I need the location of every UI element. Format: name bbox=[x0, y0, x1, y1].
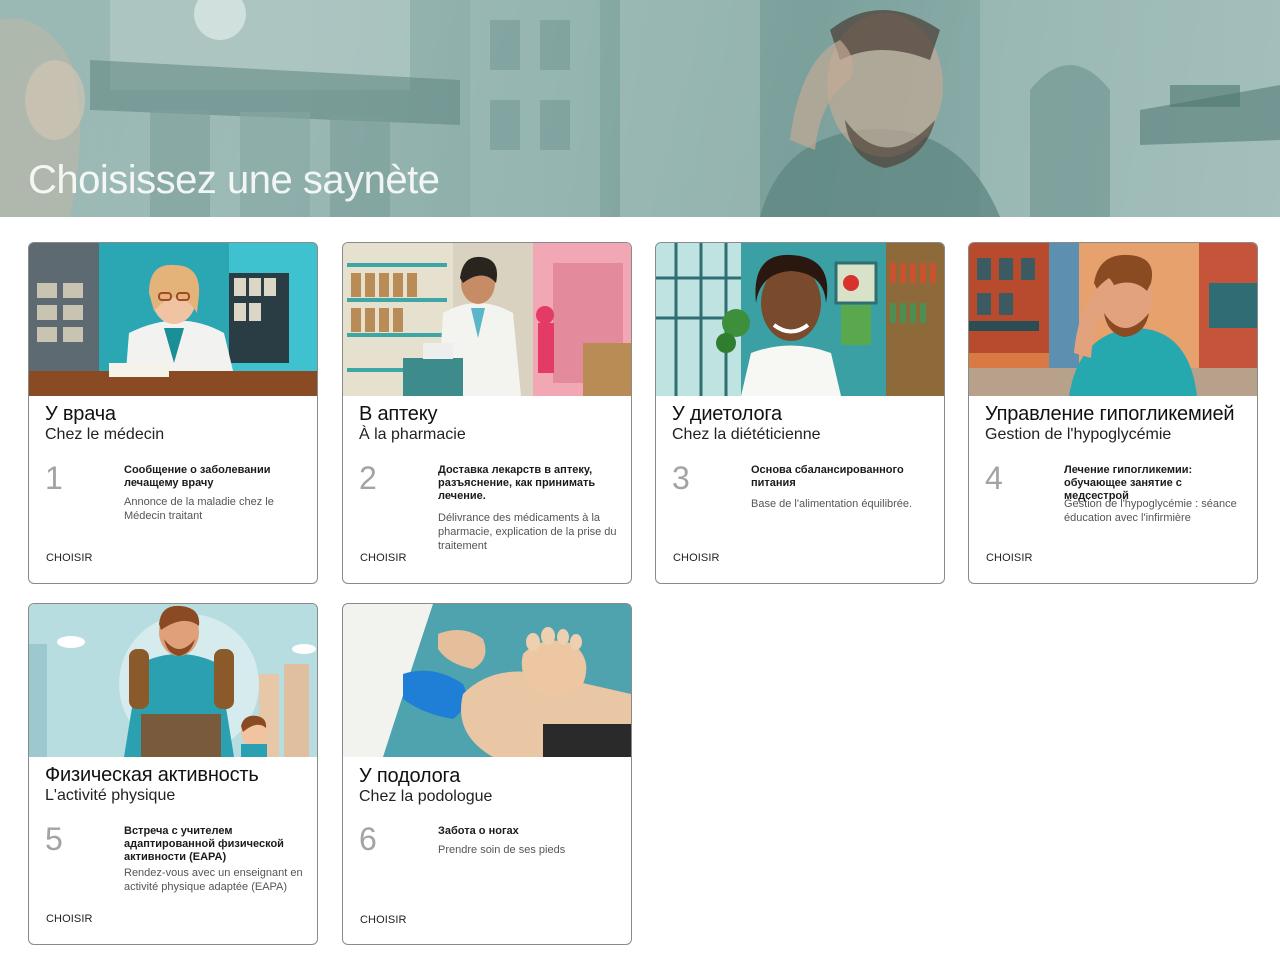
card-number: 4 bbox=[985, 460, 1003, 496]
scene-card-physical-activity[interactable]: Физическая активность L'activité physiqu… bbox=[28, 603, 318, 945]
card-subtitle: Chez la diététicienne bbox=[672, 426, 821, 443]
card-description-ru: Забота о ногах bbox=[438, 825, 519, 837]
doctor-illustration-icon bbox=[29, 243, 317, 396]
card-description-ru: Встреча с учителем адаптированной физиче… bbox=[124, 825, 284, 863]
card-subtitle: L'activité physique bbox=[45, 787, 176, 804]
card-number: 6 bbox=[359, 821, 377, 857]
scene-card-pharmacy[interactable]: В аптеку À la pharmacie 2 Доставка лекар… bbox=[342, 242, 632, 584]
hiker-illustration-icon bbox=[29, 604, 317, 757]
card-description-fr: Délivrance des médicaments à la pharmaci… bbox=[438, 512, 617, 552]
card-number: 3 bbox=[672, 460, 690, 496]
pharmacist-illustration-icon bbox=[343, 243, 631, 396]
scene-card-doctor[interactable]: У врача Chez le médecin 1 Сообщение о за… bbox=[28, 242, 318, 584]
card-description-fr: Prendre soin de ses pieds bbox=[438, 844, 566, 856]
card-description-fr: Rendez-vous avec un enseignant en activi… bbox=[124, 867, 303, 893]
card-description-ru: Доставка лекарств в аптеку, разъяснение,… bbox=[438, 464, 596, 502]
choose-button[interactable]: CHOISIR bbox=[360, 552, 407, 564]
card-description-ru: Основа сбалансированного питания bbox=[751, 464, 904, 489]
card-description-fr: Gestion de l'hypoglycémie : séance éduca… bbox=[1064, 498, 1237, 524]
scene-card-podiatrist[interactable]: У подолога Chez la podologue 6 Забота о … bbox=[342, 603, 632, 945]
choose-button[interactable]: CHOISIR bbox=[46, 552, 93, 564]
card-subtitle: Chez la podologue bbox=[359, 788, 493, 805]
card-description-fr: Base de l'alimentation équilibrée. bbox=[751, 498, 913, 510]
foot-care-illustration-icon bbox=[343, 604, 631, 757]
card-number: 2 bbox=[359, 460, 377, 496]
card-subtitle: À la pharmacie bbox=[359, 426, 466, 443]
dizzy-man-illustration-icon bbox=[969, 243, 1257, 396]
card-title: У подолога bbox=[359, 765, 461, 787]
card-subtitle: Chez le médecin bbox=[45, 426, 165, 443]
choose-button[interactable]: CHOISIR bbox=[986, 552, 1033, 564]
scene-card-hypoglycemia[interactable]: Управление гипогликемией Gestion de l'hy… bbox=[968, 242, 1258, 584]
card-title: У врача bbox=[45, 403, 116, 425]
card-subtitle: Gestion de l'hypoglycémie bbox=[985, 426, 1172, 443]
card-description-ru: Сообщение о заболевании лечащему врачу bbox=[124, 464, 271, 489]
card-number: 1 bbox=[45, 460, 63, 496]
hero-banner: Choisissez une saynète bbox=[0, 0, 1280, 217]
scene-card-dietitian[interactable]: У диетолога Chez la diététicienne 3 Осно… bbox=[655, 242, 945, 584]
page-title: Choisissez une saynète bbox=[28, 158, 440, 202]
card-title: Управление гипогликемией bbox=[985, 403, 1235, 425]
dietitian-illustration-icon bbox=[656, 243, 944, 396]
choose-button[interactable]: CHOISIR bbox=[673, 552, 720, 564]
card-description-fr: Annonce de la maladie chez le Médecin tr… bbox=[124, 496, 274, 522]
choose-button[interactable]: CHOISIR bbox=[46, 913, 93, 925]
card-title: Физическая активность bbox=[45, 764, 259, 786]
card-title: У диетолога bbox=[672, 403, 782, 425]
choose-button[interactable]: CHOISIR bbox=[360, 914, 407, 926]
card-title: В аптеку bbox=[359, 403, 438, 425]
card-number: 5 bbox=[45, 821, 63, 857]
